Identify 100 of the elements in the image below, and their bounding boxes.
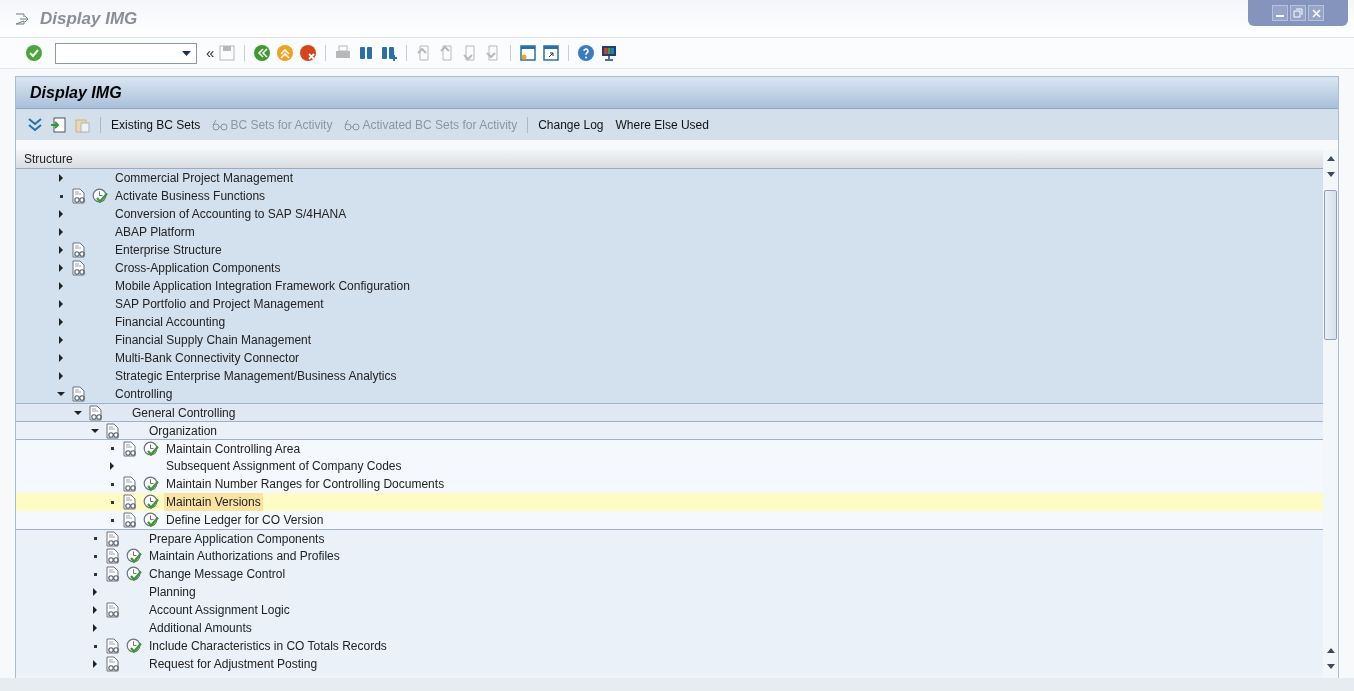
down-arrow-icon xyxy=(1326,663,1335,669)
expand-arrow-icon[interactable] xyxy=(57,372,65,380)
tree-node-label[interactable]: Conversion of Accounting to SAP S/4HANA xyxy=(113,205,349,223)
tree-node-label[interactable]: Request for Adjustment Posting xyxy=(147,655,320,673)
expand-arrow-icon[interactable] xyxy=(57,228,65,236)
collapse-toggle[interactable]: « xyxy=(206,41,215,65)
close-icon xyxy=(1311,8,1321,18)
tree-row[interactable]: Multi-Bank Connectivity Connector xyxy=(16,349,1323,367)
collapse-arrow-icon[interactable] xyxy=(57,390,65,398)
tree-node-label[interactable]: Cross-Application Components xyxy=(113,259,283,277)
toolbar-button[interactable]: Existing BC Sets xyxy=(111,115,201,134)
expand-arrow-icon[interactable] xyxy=(57,174,65,182)
scrollbar-thumb[interactable] xyxy=(1324,190,1337,340)
tree-row[interactable]: Maintain Versions xyxy=(16,493,1323,511)
bullet-icon xyxy=(93,572,97,576)
tree-node-label[interactable]: Strategic Enterprise Management/Business Analytics xyxy=(113,367,399,385)
tree-node-label[interactable]: Maintain Controlling Area xyxy=(164,439,303,458)
command-field[interactable] xyxy=(55,42,197,64)
toolbar-button[interactable]: Change Log xyxy=(538,115,604,134)
tree-node-label[interactable]: Maintain Authorizations and Profiles xyxy=(147,547,342,565)
down-arrow-icon xyxy=(1326,171,1335,177)
glasses-icon xyxy=(344,118,361,131)
tree-row[interactable]: Organization xyxy=(16,421,1323,439)
tree-node-label[interactable]: Financial Supply Chain Management xyxy=(113,331,314,349)
tree-row[interactable]: Enterprise Structure xyxy=(16,241,1323,259)
tree-node-label[interactable]: Include Characteristics in CO Totals Records xyxy=(147,637,389,655)
tree-node-label[interactable]: Define Ledger for CO Version xyxy=(164,511,326,529)
expand-arrow-icon[interactable] xyxy=(57,210,65,218)
bullet-icon xyxy=(110,482,114,486)
exit-icon xyxy=(15,12,29,25)
tree-node-label[interactable]: Enterprise Structure xyxy=(113,241,224,259)
tree-row[interactable]: SAP Portfolio and Project Management xyxy=(16,295,1323,313)
expand-arrow-icon[interactable] xyxy=(57,354,65,362)
tree-node-label[interactable]: Account Assignment Logic xyxy=(147,601,292,619)
expand-arrow-icon[interactable] xyxy=(57,318,65,326)
up-arrow-icon xyxy=(1326,155,1335,161)
expand-arrow-icon[interactable] xyxy=(57,300,65,308)
tree-row[interactable]: Cross-Application Components xyxy=(16,259,1323,277)
tree-node-label[interactable]: Maintain Versions xyxy=(164,493,263,511)
expand-arrow-icon[interactable] xyxy=(57,246,65,254)
expand-arrow-icon[interactable] xyxy=(91,624,99,632)
expand-arrow-icon[interactable] xyxy=(57,282,65,290)
tree-node-label[interactable]: Maintain Number Ranges for Controlling Documents xyxy=(164,475,447,493)
help-button[interactable] xyxy=(576,43,597,63)
bullet-icon xyxy=(93,644,97,648)
tree-node-label[interactable]: Financial Accounting xyxy=(113,313,228,331)
enter-button[interactable] xyxy=(24,43,44,63)
up-arrow-icon xyxy=(1326,647,1335,653)
tree-row[interactable]: Prepare Application Components xyxy=(16,529,1323,547)
tree-row[interactable]: Financial Supply Chain Management xyxy=(16,331,1323,349)
tree-node-label[interactable]: ABAP Platform xyxy=(113,223,197,241)
cancel-button[interactable] xyxy=(298,43,319,63)
tree-row[interactable]: Strategic Enterprise Management/Business Analytics xyxy=(16,367,1323,385)
tree-node-label[interactable]: Mobile Application Integration Framework Configuration xyxy=(113,277,412,295)
tree-row[interactable]: Maintain Number Ranges for Controlling Documents xyxy=(16,475,1323,493)
clipboard-icon[interactable] xyxy=(74,116,90,133)
tree-row[interactable]: Commercial Project Management xyxy=(16,169,1323,187)
tree-node-label[interactable]: Multi-Bank Connectivity Connector xyxy=(113,349,302,367)
shortcut-button[interactable] xyxy=(541,43,562,63)
collapse-arrow-icon[interactable] xyxy=(91,426,99,435)
expand-arrow-icon[interactable] xyxy=(108,462,116,470)
bullet-icon xyxy=(93,537,97,540)
tree-row[interactable]: Activate Business Functions xyxy=(16,187,1323,205)
expand-arrow-icon[interactable] xyxy=(91,606,99,614)
column-header: Structure xyxy=(16,150,1323,169)
tree-node-label[interactable]: Organization xyxy=(147,421,220,440)
tree-row[interactable]: Maintain Controlling Area xyxy=(16,439,1323,457)
expand-arrow-icon[interactable] xyxy=(91,660,99,668)
tree-row[interactable]: Mobile Application Integration Framework Configuration xyxy=(16,277,1323,295)
dropdown-caret-icon[interactable] xyxy=(182,50,191,56)
window-title: Display IMG xyxy=(40,7,138,30)
tree-node-label[interactable]: Commercial Project Management xyxy=(113,169,296,187)
expand-arrow-icon[interactable] xyxy=(57,336,65,344)
tree-node-label[interactable]: General Controlling xyxy=(130,403,238,422)
tree-row[interactable]: Controlling xyxy=(16,385,1323,403)
new-session-button[interactable] xyxy=(518,43,539,63)
tree-row[interactable]: General Controlling xyxy=(16,403,1323,421)
tree-node-label[interactable]: Activate Business Functions xyxy=(113,187,268,205)
collapse-arrow-icon[interactable] xyxy=(74,408,82,417)
expand-arrow-icon[interactable] xyxy=(57,264,65,272)
toolbar-button[interactable]: Where Else Used xyxy=(615,115,709,134)
tree-node-label[interactable]: Subsequent Assignment of Company Codes xyxy=(164,457,404,475)
tree-row[interactable]: Conversion of Accounting to SAP S/4HANA xyxy=(16,205,1323,223)
bullet-icon xyxy=(93,554,97,558)
tree-node-label[interactable]: Additional Amounts xyxy=(147,619,254,637)
expand-all-icon[interactable] xyxy=(27,117,43,132)
tree-node-label[interactable]: SAP Portfolio and Project Management xyxy=(113,295,326,313)
bullet-icon xyxy=(110,447,114,450)
tree-node-label[interactable]: Prepare Application Components xyxy=(147,529,327,548)
tree-row[interactable]: Subsequent Assignment of Company Codes xyxy=(16,457,1323,475)
tree-node-label[interactable]: Change Message Control xyxy=(147,565,288,583)
tree-row[interactable]: Define Ledger for CO Version xyxy=(16,511,1323,529)
tree-row[interactable]: Financial Accounting xyxy=(16,313,1323,331)
back-button[interactable] xyxy=(252,43,273,63)
expand-arrow-icon[interactable] xyxy=(91,588,99,596)
tree-node-label[interactable]: Controlling xyxy=(113,385,175,403)
tree-row[interactable]: ABAP Platform xyxy=(16,223,1323,241)
tree-node-label[interactable]: Planning xyxy=(147,583,198,601)
panel-title: Display IMG xyxy=(30,82,122,103)
bullet-icon xyxy=(110,500,114,504)
